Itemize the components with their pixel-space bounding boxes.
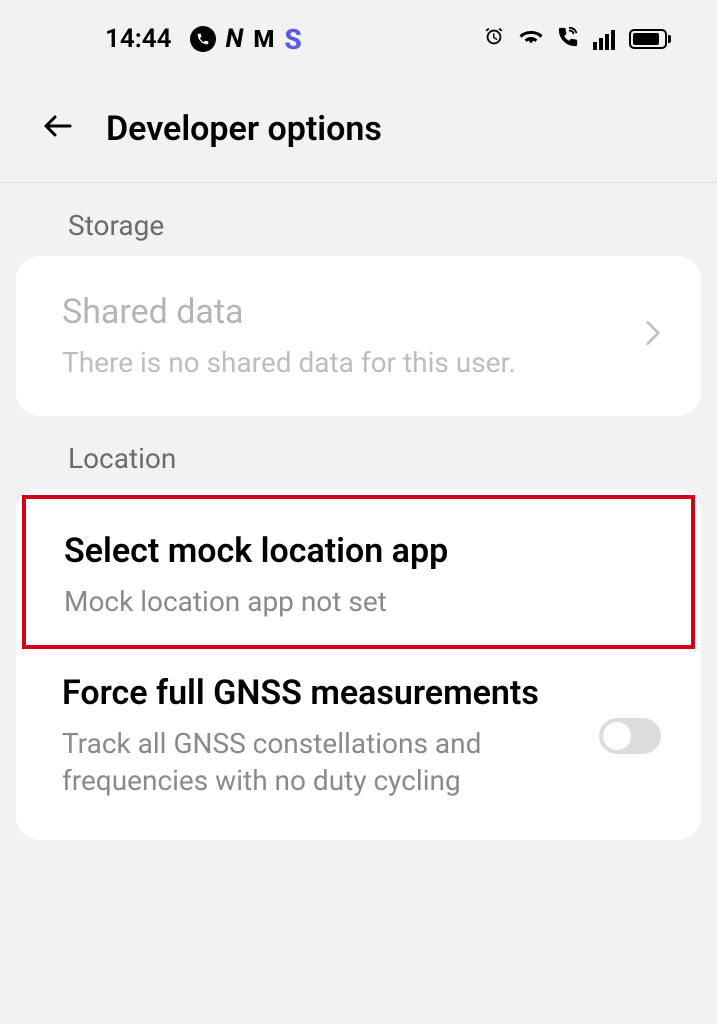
- app-m-icon: M: [253, 25, 274, 53]
- mock-location-highlight: Select mock location app Mock location a…: [22, 495, 695, 649]
- mock-location-content: Select mock location app Mock location a…: [64, 531, 651, 621]
- shared-data-title: Shared data: [62, 292, 645, 332]
- shared-data-item[interactable]: Shared data There is no shared data for …: [16, 256, 701, 416]
- gnss-item[interactable]: Force full GNSS measurements Track all G…: [16, 649, 701, 841]
- back-button[interactable]: [40, 108, 76, 150]
- mock-location-subtitle: Mock location app not set: [64, 583, 651, 621]
- battery-icon: [629, 29, 667, 49]
- location-card: Select mock location app Mock location a…: [16, 489, 701, 840]
- shared-data-subtitle: There is no shared data for this user.: [62, 344, 645, 382]
- status-bar: 14:44 N M S: [0, 0, 717, 78]
- alarm-icon: [483, 26, 505, 52]
- chevron-right-icon: [645, 319, 661, 355]
- section-header-storage: Storage: [0, 183, 717, 256]
- status-app-icons: N M S: [190, 23, 302, 56]
- wifi-icon: [519, 25, 543, 53]
- app-n-icon: N: [226, 24, 244, 54]
- status-time: 14:44: [105, 24, 172, 54]
- gnss-content: Force full GNSS measurements Track all G…: [62, 673, 599, 801]
- shared-data-content: Shared data There is no shared data for …: [62, 292, 645, 382]
- gnss-title: Force full GNSS measurements: [62, 673, 599, 713]
- gnss-toggle[interactable]: [599, 718, 661, 754]
- status-left: 14:44 N M S: [105, 23, 302, 56]
- signal-icon: [593, 28, 615, 50]
- gnss-subtitle: Track all GNSS constellations and freque…: [62, 725, 599, 801]
- status-right: [483, 25, 667, 53]
- mock-location-title: Select mock location app: [64, 531, 651, 571]
- phone-icon: [190, 26, 216, 52]
- storage-card: Shared data There is no shared data for …: [16, 256, 701, 416]
- section-header-location: Location: [0, 416, 717, 489]
- page-title: Developer options: [106, 109, 382, 149]
- page-header: Developer options: [0, 78, 717, 183]
- mock-location-item[interactable]: Select mock location app Mock location a…: [26, 499, 691, 645]
- app-s-icon: S: [284, 23, 301, 56]
- wifi-calling-icon: [557, 26, 579, 52]
